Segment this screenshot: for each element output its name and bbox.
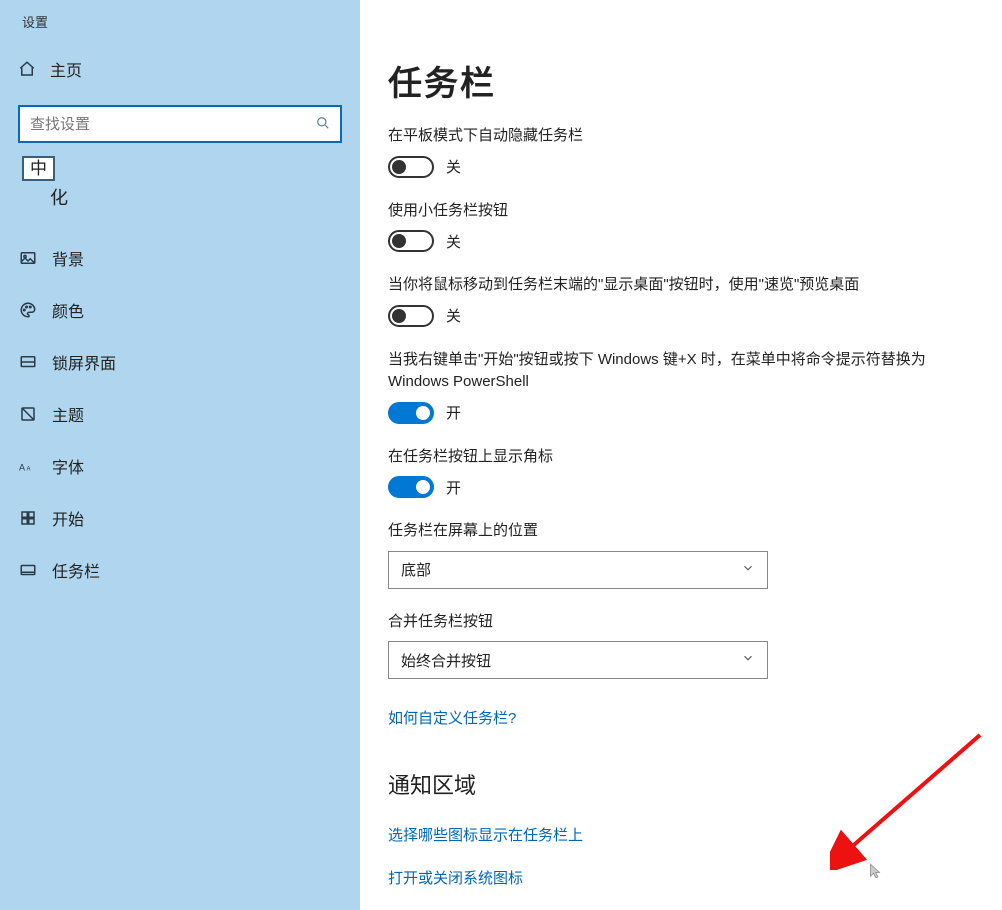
page-title: 任务栏 [388,56,1002,105]
sidebar-item-lockscreen[interactable]: 锁屏界面 [0,336,360,388]
sidebar-item-label: 背景 [52,246,84,270]
notify-heading: 通知区域 [388,768,1002,800]
sidebar-item-label: 颜色 [52,298,84,322]
setting-label: 任务栏在屏幕上的位置 [388,520,968,543]
sidebar-item-taskbar[interactable]: 任务栏 [0,544,360,596]
sidebar-item-label: 开始 [52,506,84,530]
dropdown-value: 底部 [401,559,431,580]
sidebar-item-background[interactable]: 背景 [0,232,360,284]
sidebar-item-themes[interactable]: 主题 [0,388,360,440]
setting-label: 在平板模式下自动隐藏任务栏 [388,125,968,148]
system-icons-link[interactable]: 打开或关闭系统图标 [388,867,523,888]
setting-label: 使用小任务栏按钮 [388,200,968,223]
home-icon [18,60,36,78]
taskbar-icon [18,560,38,580]
category-partial: 化 [50,184,68,210]
theme-icon [18,404,38,424]
search-input[interactable] [30,116,316,133]
chevron-down-icon [741,561,755,579]
setting-label: 当我右键单击"开始"按钮或按下 Windows 键+X 时，在菜单中将命令提示符… [388,349,968,394]
toggle-state: 开 [446,402,461,423]
sidebar-item-fonts[interactable]: AA 字体 [0,440,360,492]
customize-link[interactable]: 如何自定义任务栏? [388,707,516,728]
annotation-arrow [830,730,990,870]
toggle-switch[interactable] [388,156,434,178]
setting-label: 合并任务栏按钮 [388,611,968,634]
font-icon: AA [18,456,38,476]
setting-label: 当你将鼠标移动到任务栏末端的"显示桌面"按钮时，使用"速览"预览桌面 [388,274,968,297]
sidebar-item-label: 锁屏界面 [52,350,116,374]
setting-toggle-3: 当我右键单击"开始"按钮或按下 Windows 键+X 时，在菜单中将命令提示符… [388,349,968,424]
dropdown-value: 始终合并按钮 [401,650,491,671]
position-dropdown[interactable]: 底部 [388,551,768,589]
svg-text:A: A [19,463,25,473]
sidebar-item-label: 主题 [52,402,84,426]
notify-icons-link[interactable]: 选择哪些图标显示在任务栏上 [388,824,583,845]
setting-position: 任务栏在屏幕上的位置 底部 [388,520,968,589]
toggle-state: 开 [446,477,461,498]
chevron-down-icon [741,651,755,669]
setting-label: 在任务栏按钮上显示角标 [388,446,968,469]
main-content: 任务栏 在平板模式下自动隐藏任务栏关使用小任务栏按钮关当你将鼠标移动到任务栏末端… [360,0,1002,910]
sidebar-item-label: 字体 [52,454,84,478]
toggle-state: 关 [446,156,461,177]
sidebar-item-colors[interactable]: 颜色 [0,284,360,336]
lockscreen-icon [18,352,38,372]
toggle-state: 关 [446,305,461,326]
sidebar: 设置 主页 中 化 背景 颜色 锁屏界面 [0,0,360,910]
toggle-state: 关 [446,231,461,252]
sidebar-item-label: 任务栏 [52,558,100,582]
image-icon [18,248,38,268]
svg-text:A: A [27,467,31,473]
setting-combine: 合并任务栏按钮 始终合并按钮 [388,611,968,680]
start-icon [18,508,38,528]
sidebar-item-start[interactable]: 开始 [0,492,360,544]
search-icon [316,116,330,133]
app-title: 设置 [0,10,360,39]
palette-icon [18,300,38,320]
setting-toggle-1: 使用小任务栏按钮关 [388,200,968,253]
ime-badge[interactable]: 中 [22,156,55,181]
toggle-switch[interactable] [388,402,434,424]
home-label: 主页 [50,57,82,81]
setting-toggle-2: 当你将鼠标移动到任务栏末端的"显示桌面"按钮时，使用"速览"预览桌面关 [388,274,968,327]
combine-dropdown[interactable]: 始终合并按钮 [388,641,768,679]
search-box[interactable] [18,105,342,143]
toggle-switch[interactable] [388,476,434,498]
setting-toggle-0: 在平板模式下自动隐藏任务栏关 [388,125,968,178]
setting-toggle-4: 在任务栏按钮上显示角标开 [388,446,968,499]
sidebar-home[interactable]: 主页 [0,39,360,99]
toggle-switch[interactable] [388,230,434,252]
toggle-switch[interactable] [388,305,434,327]
sidebar-nav: 背景 颜色 锁屏界面 主题 AA 字体 [0,232,360,596]
